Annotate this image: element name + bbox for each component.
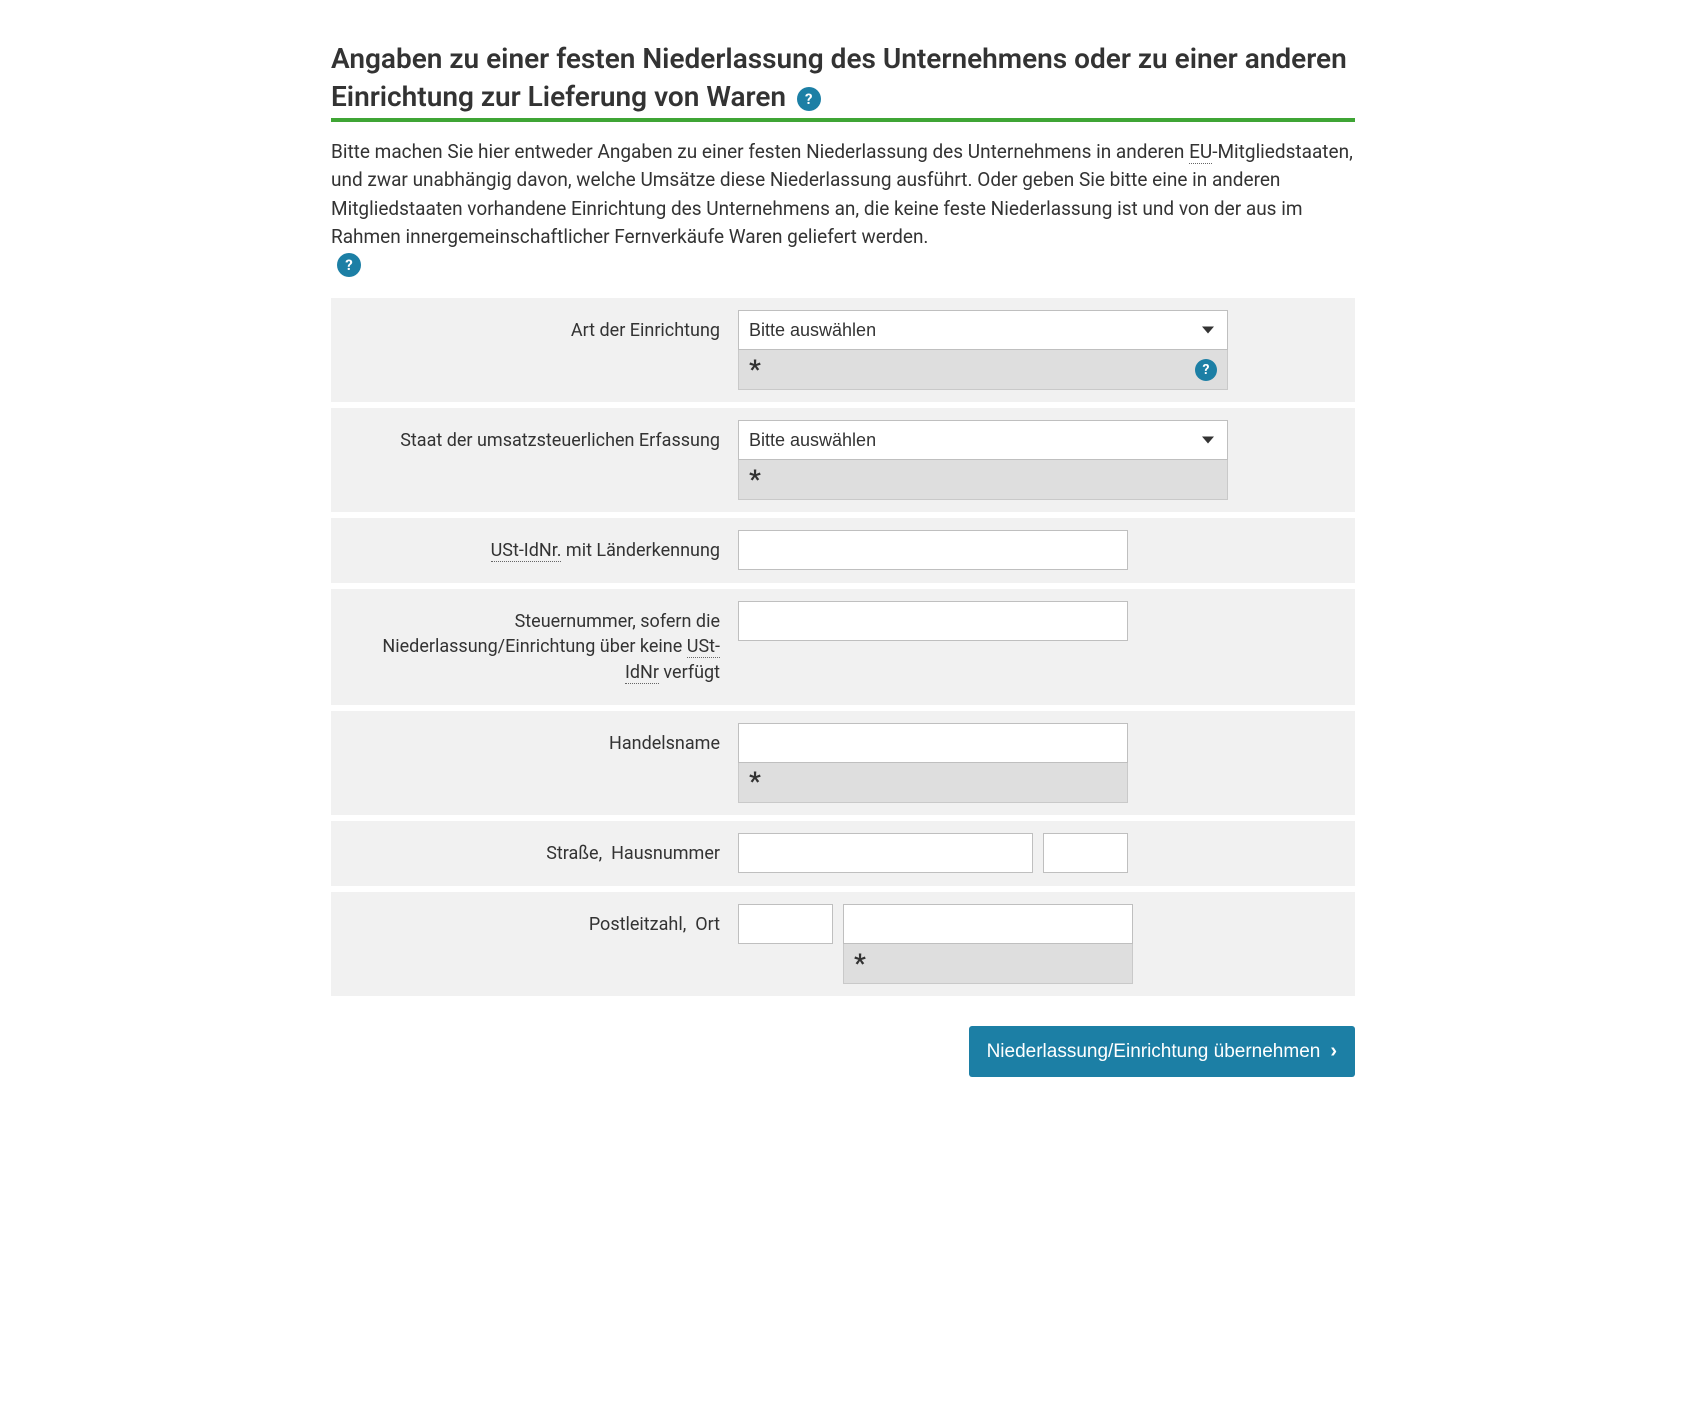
submit-button-label: Niederlassung/Einrichtung übernehmen <box>987 1041 1321 1063</box>
select-art-der-einrichtung[interactable]: Bitte auswählen <box>738 310 1228 350</box>
required-asterisk: * <box>749 467 761 493</box>
row-ust-idnr: USt-IdNr. mit Länderkennung <box>331 518 1355 583</box>
label-strasse-hausnummer: Straße, Hausnummer <box>343 833 738 874</box>
row-steuernummer: Steuernummer, sofern die Niederlassung/E… <box>331 589 1355 705</box>
help-icon[interactable]: ? <box>337 253 361 277</box>
row-art-der-einrichtung: Art der Einrichtung Bitte auswählen * ? <box>331 298 1355 402</box>
row-strasse-hausnummer: Straße, Hausnummer <box>331 821 1355 886</box>
input-ort[interactable] <box>843 904 1133 944</box>
label-ust-idnr-post: mit Länderkennung <box>561 540 720 561</box>
label-ust-idnr: USt-IdNr. mit Länderkennung <box>343 530 738 571</box>
required-indicator-bar: * <box>738 460 1228 500</box>
select-staat[interactable]: Bitte auswählen <box>738 420 1228 460</box>
input-strasse[interactable] <box>738 833 1033 873</box>
label-steuernummer: Steuernummer, sofern die Niederlassung/E… <box>343 601 738 693</box>
label-ort: Ort <box>695 914 720 935</box>
required-indicator-bar: * ? <box>738 350 1228 390</box>
input-ust-idnr[interactable] <box>738 530 1128 570</box>
required-asterisk: * <box>749 769 761 795</box>
help-icon[interactable]: ? <box>1195 359 1217 381</box>
submit-button[interactable]: Niederlassung/Einrichtung übernehmen › <box>969 1026 1355 1077</box>
input-plz[interactable] <box>738 904 833 944</box>
row-plz-ort: Postleitzahl, Ort * <box>331 892 1355 996</box>
row-staat: Staat der umsatzsteuerlichen Erfassung B… <box>331 408 1355 512</box>
required-asterisk: * <box>854 951 866 977</box>
intro-text: Bitte machen Sie hier entweder Angaben z… <box>331 138 1355 281</box>
label-handelsname: Handelsname <box>343 723 738 764</box>
required-indicator-bar: * <box>738 763 1128 803</box>
input-hausnummer[interactable] <box>1043 833 1128 873</box>
label-art-der-einrichtung: Art der Einrichtung <box>343 310 738 351</box>
label-strasse: Straße, <box>546 843 602 864</box>
label-plz: Postleitzahl, <box>589 914 686 935</box>
help-icon[interactable]: ? <box>797 87 821 111</box>
abbr-ust-idnr: USt-IdNr. <box>491 540 562 562</box>
label-steuernummer-pre: Steuernummer, sofern die Niederlassung/E… <box>382 611 720 657</box>
abbr-eu: EU <box>1189 140 1212 164</box>
chevron-right-icon: › <box>1330 1040 1337 1063</box>
label-staat: Staat der umsatzsteuerlichen Erfassung <box>343 420 738 461</box>
required-indicator-bar: * <box>843 944 1133 984</box>
row-handelsname: Handelsname * <box>331 711 1355 815</box>
input-steuernummer[interactable] <box>738 601 1128 641</box>
required-asterisk: * <box>749 357 761 383</box>
label-steuernummer-post: verfügt <box>659 662 720 683</box>
label-hausnummer: Hausnummer <box>611 843 720 864</box>
label-plz-ort: Postleitzahl, Ort <box>343 904 738 945</box>
input-handelsname[interactable] <box>738 723 1128 763</box>
intro-part1: Bitte machen Sie hier entweder Angaben z… <box>331 140 1189 163</box>
section-heading: Angaben zu einer festen Niederlassung de… <box>331 42 1347 113</box>
